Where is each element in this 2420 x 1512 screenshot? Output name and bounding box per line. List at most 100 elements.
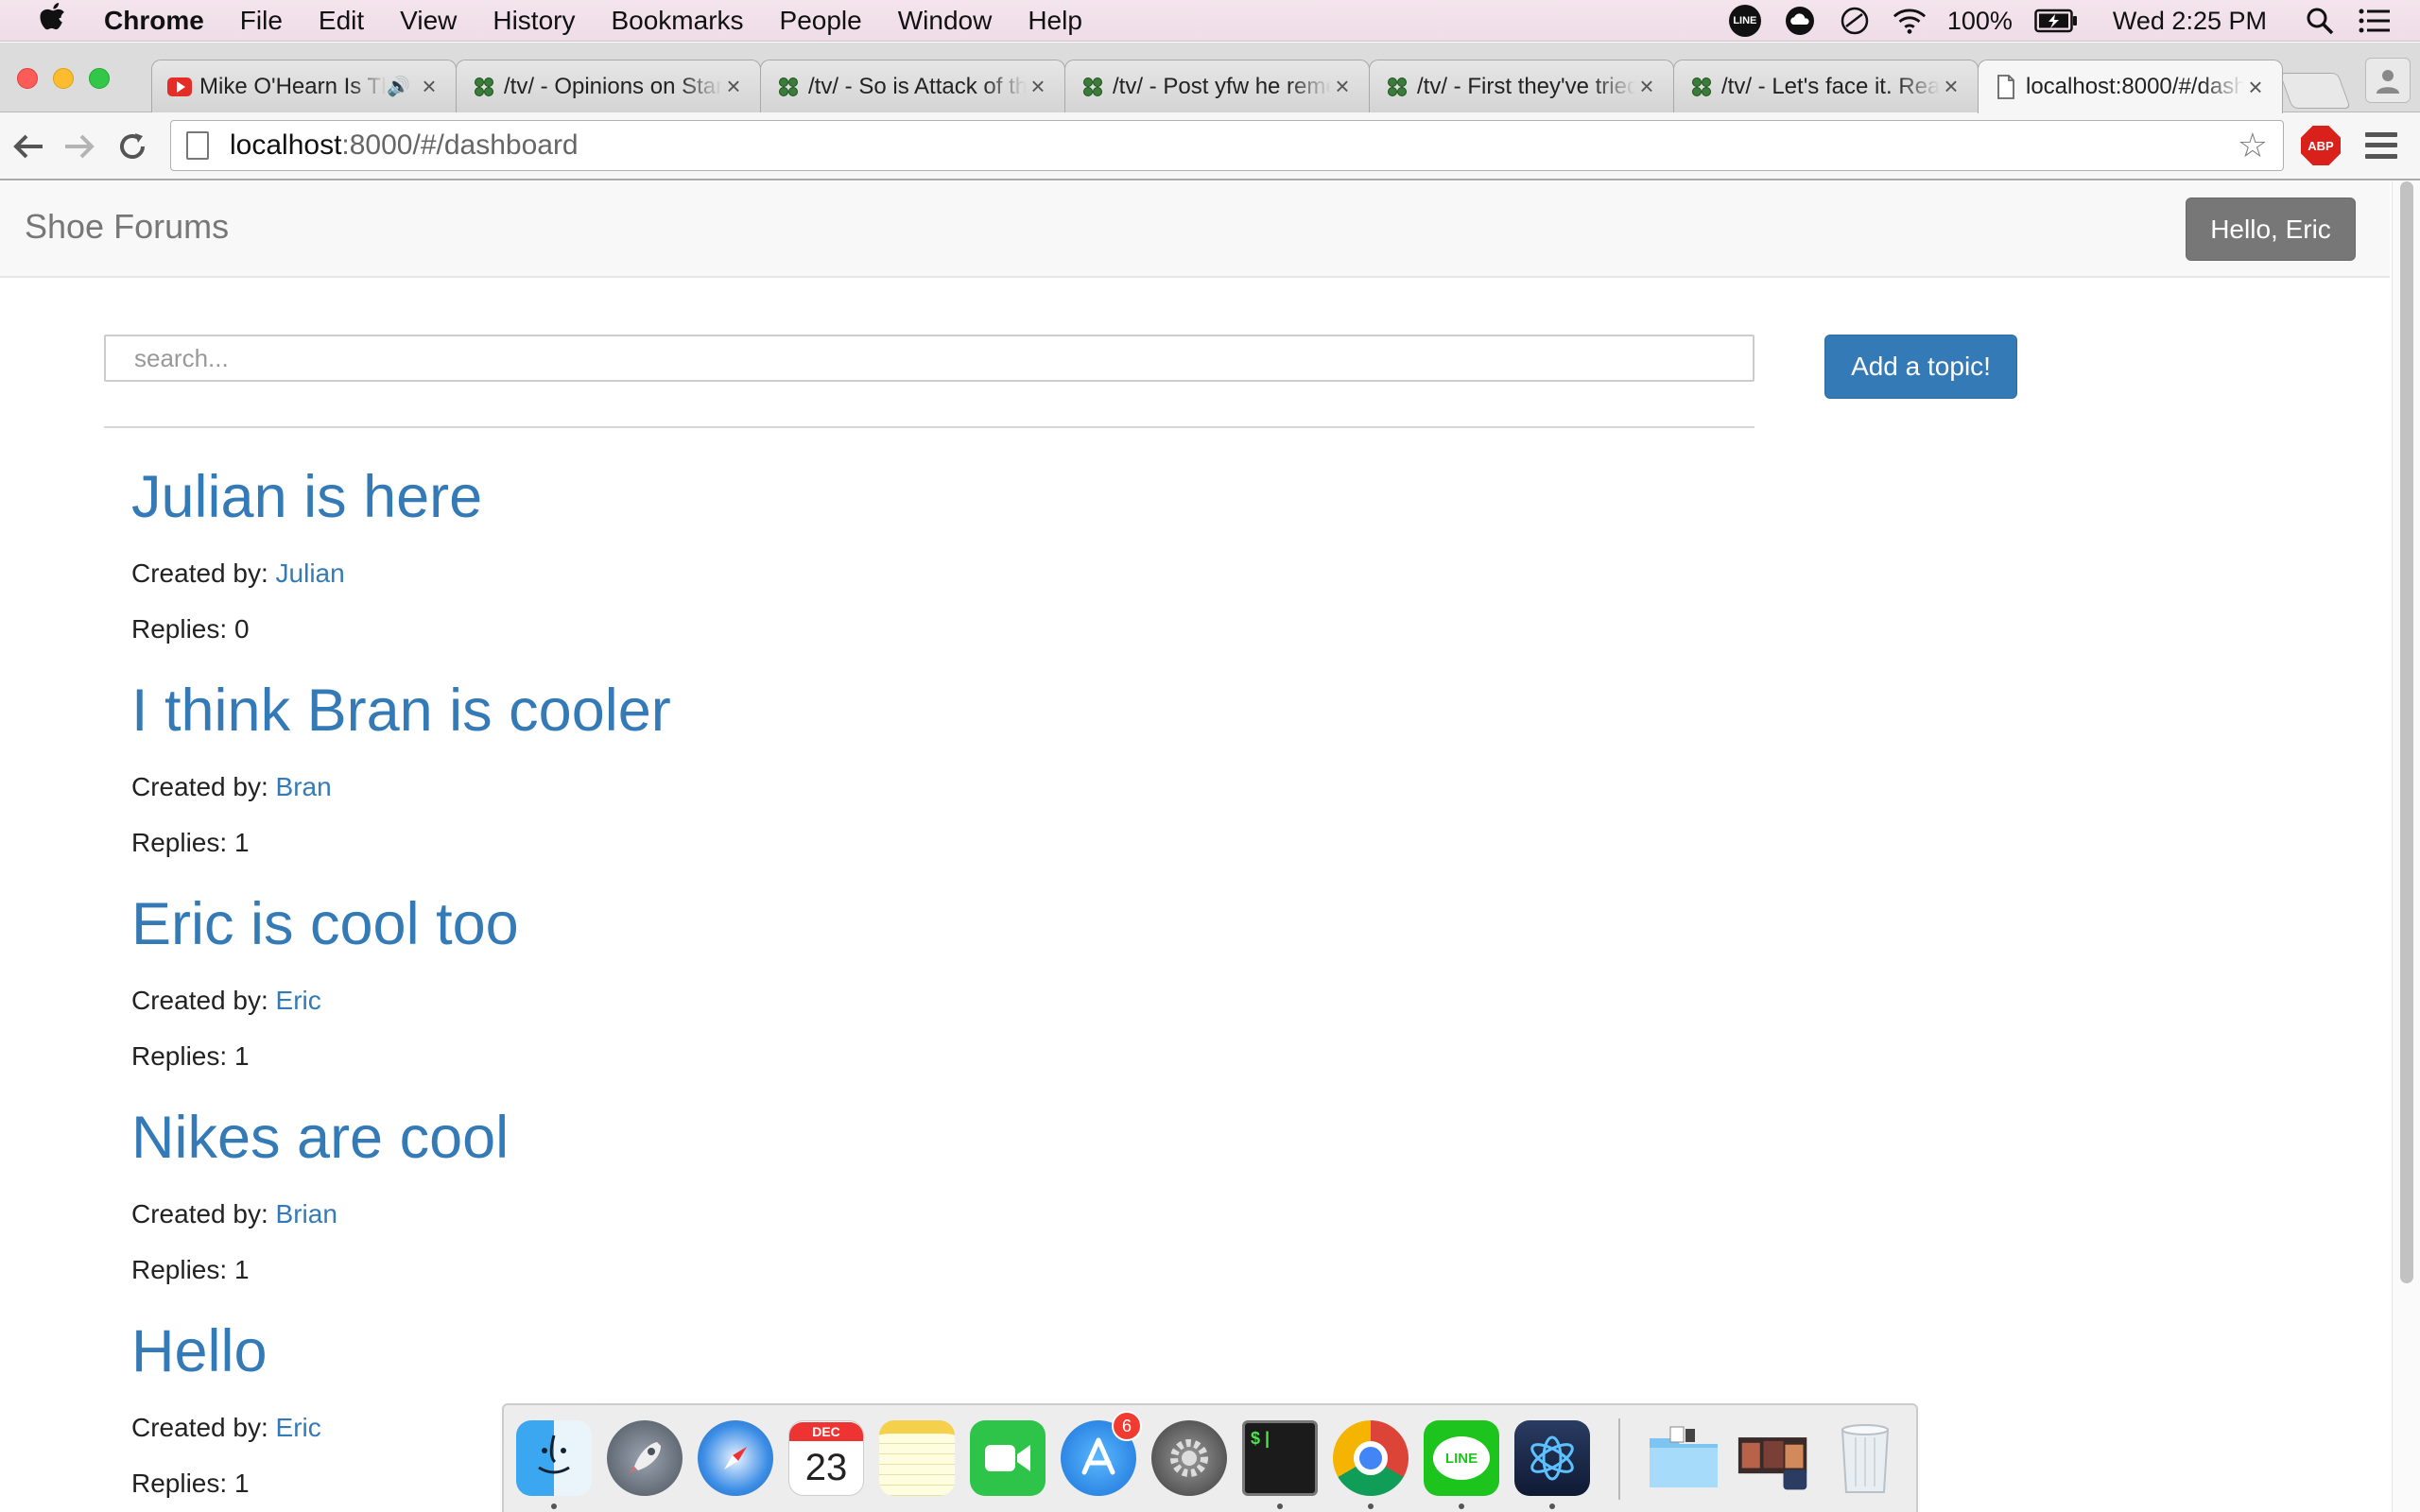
tab-close-icon[interactable]: ×: [1027, 72, 1049, 101]
search-input[interactable]: [104, 335, 1754, 382]
add-topic-button[interactable]: Add a topic!: [1824, 335, 2017, 399]
calendar-icon[interactable]: DEC 23: [788, 1420, 864, 1496]
apple-menu-icon[interactable]: [36, 1, 68, 41]
replies-label: Replies:: [131, 1041, 234, 1071]
menu-view[interactable]: View: [400, 6, 457, 36]
url-host: localhost: [230, 129, 342, 161]
downloads-folder-icon[interactable]: [1646, 1420, 1721, 1496]
app-store-icon[interactable]: 6: [1061, 1411, 1142, 1496]
menu-file[interactable]: File: [240, 6, 283, 36]
topic-replies: Replies: 1: [131, 1255, 250, 1285]
back-arrow-icon[interactable]: [9, 128, 47, 165]
terminal-prompt: $ |: [1251, 1429, 1270, 1448]
created-by-label: Created by:: [131, 558, 276, 588]
macos-menu-bar: Chrome File Edit View History Bookmarks …: [0, 0, 2420, 42]
menu-help[interactable]: Help: [1028, 6, 1082, 36]
menu-window[interactable]: Window: [898, 6, 993, 36]
battle-net-icon[interactable]: [1514, 1420, 1590, 1496]
app-menu-chrome[interactable]: Chrome: [104, 6, 204, 36]
author-link[interactable]: Eric: [276, 1413, 321, 1442]
tab-close-icon[interactable]: ×: [1940, 72, 1962, 101]
tab-close-icon[interactable]: ×: [418, 72, 441, 101]
tab-close-icon[interactable]: ×: [1331, 72, 1354, 101]
replies-label: Replies:: [131, 1255, 234, 1284]
window-minimize-button[interactable]: [53, 68, 74, 89]
topic-title-link[interactable]: I think Bran is cooler: [131, 681, 671, 741]
system-preferences-icon[interactable]: [1151, 1420, 1227, 1496]
menu-edit[interactable]: Edit: [319, 6, 364, 36]
topic-title-link[interactable]: Nikes are cool: [131, 1108, 509, 1168]
scrollbar-thumb[interactable]: [2400, 181, 2413, 1283]
line-icon[interactable]: LINE: [1424, 1420, 1499, 1496]
replies-count: 0: [233, 614, 250, 644]
recent-files-stack-icon[interactable]: [1737, 1420, 1812, 1496]
browser-tab[interactable]: /tv/ - Opinions on Star Wars ×: [456, 60, 761, 112]
browser-tab[interactable]: /tv/ - Let's face it. Real ×: [1673, 60, 1979, 112]
topic-title-link[interactable]: Julian is here: [131, 468, 482, 527]
reload-icon[interactable]: [113, 128, 151, 165]
speaker-muted-icon[interactable]: 🔊: [387, 75, 410, 98]
forward-arrow-icon[interactable]: [60, 128, 98, 165]
replies-count: 1: [233, 1041, 250, 1071]
tab-close-icon[interactable]: ×: [1635, 72, 1658, 101]
sync-status-icon[interactable]: [1838, 4, 1872, 38]
browser-tab[interactable]: /tv/ - Post yfw he remembers ×: [1064, 60, 1370, 112]
author-link[interactable]: Eric: [276, 986, 321, 1015]
topic-created-by: Created by: Eric: [131, 986, 321, 1016]
menu-people[interactable]: People: [780, 6, 862, 36]
running-indicator: [551, 1503, 557, 1509]
site-brand[interactable]: Shoe Forums: [25, 207, 229, 247]
topic-title-link[interactable]: Eric is cool too: [131, 895, 519, 954]
page-scrollbar[interactable]: [2392, 181, 2420, 1512]
bookmark-star-icon[interactable]: ☆: [2238, 126, 2268, 165]
clover-icon: [1689, 75, 1714, 99]
address-bar[interactable]: localhost:8000/#/dashboard ☆: [170, 120, 2284, 171]
finder-icon[interactable]: [516, 1420, 592, 1496]
window-close-button[interactable]: [17, 68, 38, 89]
wifi-icon[interactable]: [1893, 4, 1927, 38]
battery-charging-icon[interactable]: [2033, 4, 2079, 38]
adblock-plus-icon[interactable]: ABP: [2301, 126, 2341, 165]
window-zoom-button[interactable]: [89, 68, 110, 89]
terminal-icon[interactable]: $ |: [1242, 1420, 1318, 1496]
facetime-icon[interactable]: [970, 1420, 1046, 1496]
calendar-month: DEC: [789, 1422, 863, 1441]
created-by-label: Created by:: [131, 1199, 276, 1228]
trash-icon[interactable]: [1827, 1420, 1903, 1496]
menu-bar-clock[interactable]: Wed 2:25 PM: [2113, 7, 2267, 36]
notes-icon[interactable]: [879, 1420, 955, 1496]
created-by-label: Created by:: [131, 1413, 276, 1442]
browser-tab[interactable]: /tv/ - First they've tried ×: [1369, 60, 1674, 112]
chrome-icon[interactable]: [1333, 1420, 1409, 1496]
tab-close-icon[interactable]: ×: [722, 72, 745, 101]
browser-tab-active[interactable]: localhost:8000/#/dashboard ×: [1978, 60, 2283, 113]
replies-label: Replies:: [131, 1469, 234, 1498]
menu-history[interactable]: History: [493, 6, 575, 36]
topic-replies: Replies: 1: [131, 1469, 250, 1499]
chrome-menu-icon[interactable]: [2365, 129, 2397, 162]
profile-avatar-icon[interactable]: [2365, 58, 2411, 103]
menu-bookmarks[interactable]: Bookmarks: [611, 6, 743, 36]
author-link[interactable]: Bran: [276, 772, 332, 801]
browser-tab[interactable]: Mike O'Hearn Is The Real Deal 🔊 ×: [151, 60, 457, 112]
line-status-label: LINE: [1728, 5, 1761, 37]
macos-dock: DEC 23 6 $ | LINE: [502, 1403, 1918, 1512]
calendar-day: 23: [804, 1447, 848, 1488]
tab-close-icon[interactable]: ×: [2244, 73, 2267, 102]
author-link[interactable]: Brian: [276, 1199, 337, 1228]
running-indicator: [1277, 1503, 1283, 1509]
safari-icon[interactable]: [698, 1420, 773, 1496]
line-status-icon[interactable]: LINE: [1728, 4, 1762, 38]
new-tab-button[interactable]: [2279, 73, 2351, 109]
notification-center-icon[interactable]: [2358, 4, 2392, 38]
user-greeting-button[interactable]: Hello, Eric: [2186, 198, 2356, 261]
replies-count: 1: [233, 828, 250, 857]
browser-tab[interactable]: /tv/ - So is Attack of the Clones ×: [760, 60, 1065, 112]
spotlight-search-icon[interactable]: [2303, 4, 2337, 38]
battery-percentage[interactable]: 100%: [1947, 7, 2013, 36]
topic-title-link[interactable]: Hello: [131, 1322, 268, 1382]
tab-title: /tv/ - Let's face it. Real: [1721, 73, 1940, 99]
cloud-status-icon[interactable]: [1783, 4, 1817, 38]
author-link[interactable]: Julian: [276, 558, 345, 588]
launchpad-icon[interactable]: [607, 1420, 683, 1496]
